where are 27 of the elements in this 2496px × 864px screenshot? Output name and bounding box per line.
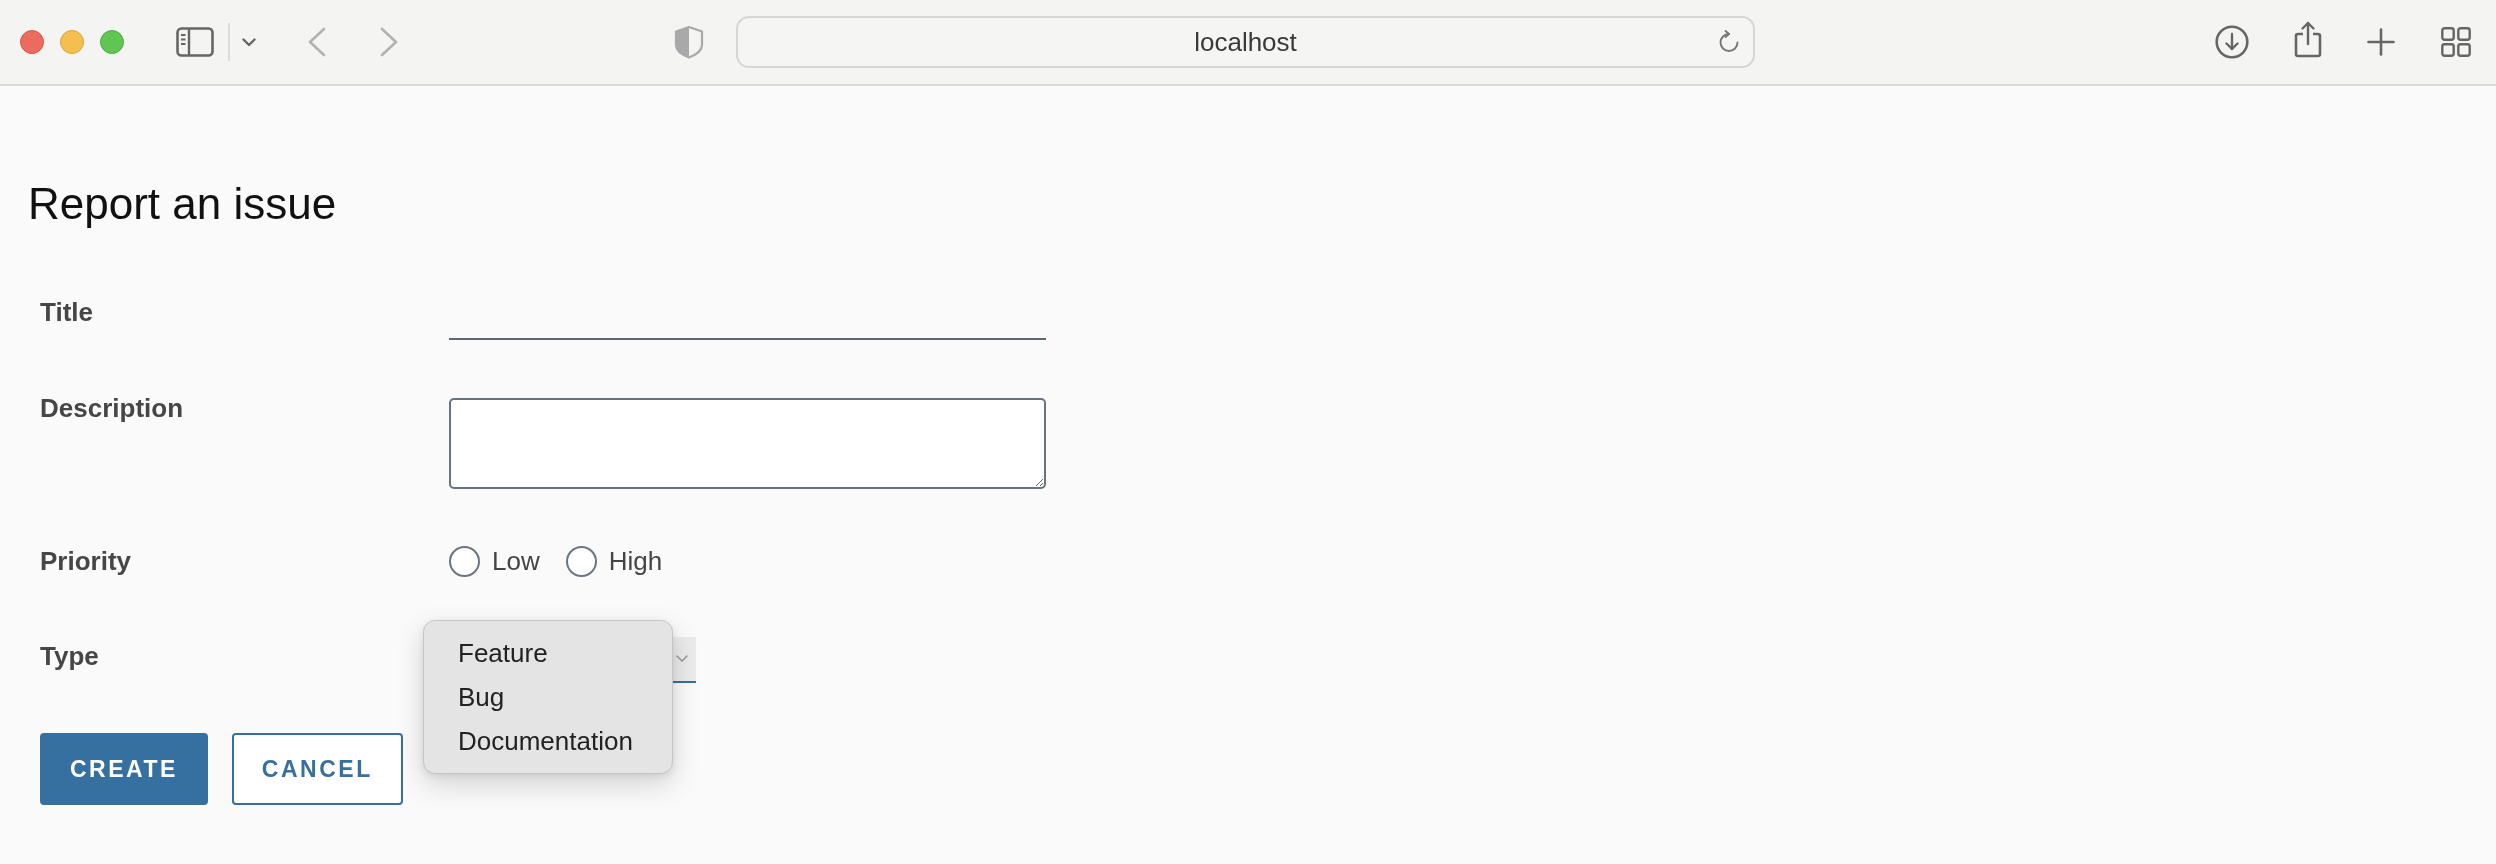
dropdown-option[interactable]: Feature (430, 631, 666, 675)
field-label: Priority (40, 545, 132, 577)
dropdown-option[interactable]: Documentation (430, 719, 666, 763)
radio-label[interactable]: High (608, 545, 663, 577)
tab-overview-icon[interactable] (2441, 27, 2471, 57)
create-button[interactable]: CREATE (40, 733, 208, 805)
window-close-icon[interactable] (20, 30, 44, 54)
radio-button[interactable] (565, 545, 597, 577)
field-label: Title (40, 296, 93, 329)
chevron-down-icon (676, 655, 688, 663)
field-label: Description (40, 392, 184, 425)
page-title: Report an issue (28, 180, 337, 228)
field-label: Type (40, 640, 99, 673)
chevron-down-icon[interactable] (242, 37, 256, 47)
address-bar[interactable]: localhost (736, 16, 1755, 68)
url-text: localhost (1194, 26, 1297, 58)
textarea-field[interactable] (449, 398, 1046, 489)
reload-icon[interactable] (1717, 30, 1741, 54)
radio-label[interactable]: Low (492, 545, 540, 577)
radio-button[interactable] (449, 545, 480, 577)
download-icon[interactable] (2215, 25, 2249, 59)
share-icon[interactable] (2293, 20, 2323, 58)
window-zoom-icon[interactable] (100, 30, 124, 54)
cancel-button[interactable]: CANCEL (231, 733, 403, 805)
dropdown-option[interactable]: Bug (430, 675, 666, 719)
sidebar-icon[interactable] (176, 27, 214, 57)
plus-icon[interactable] (2367, 28, 2395, 56)
